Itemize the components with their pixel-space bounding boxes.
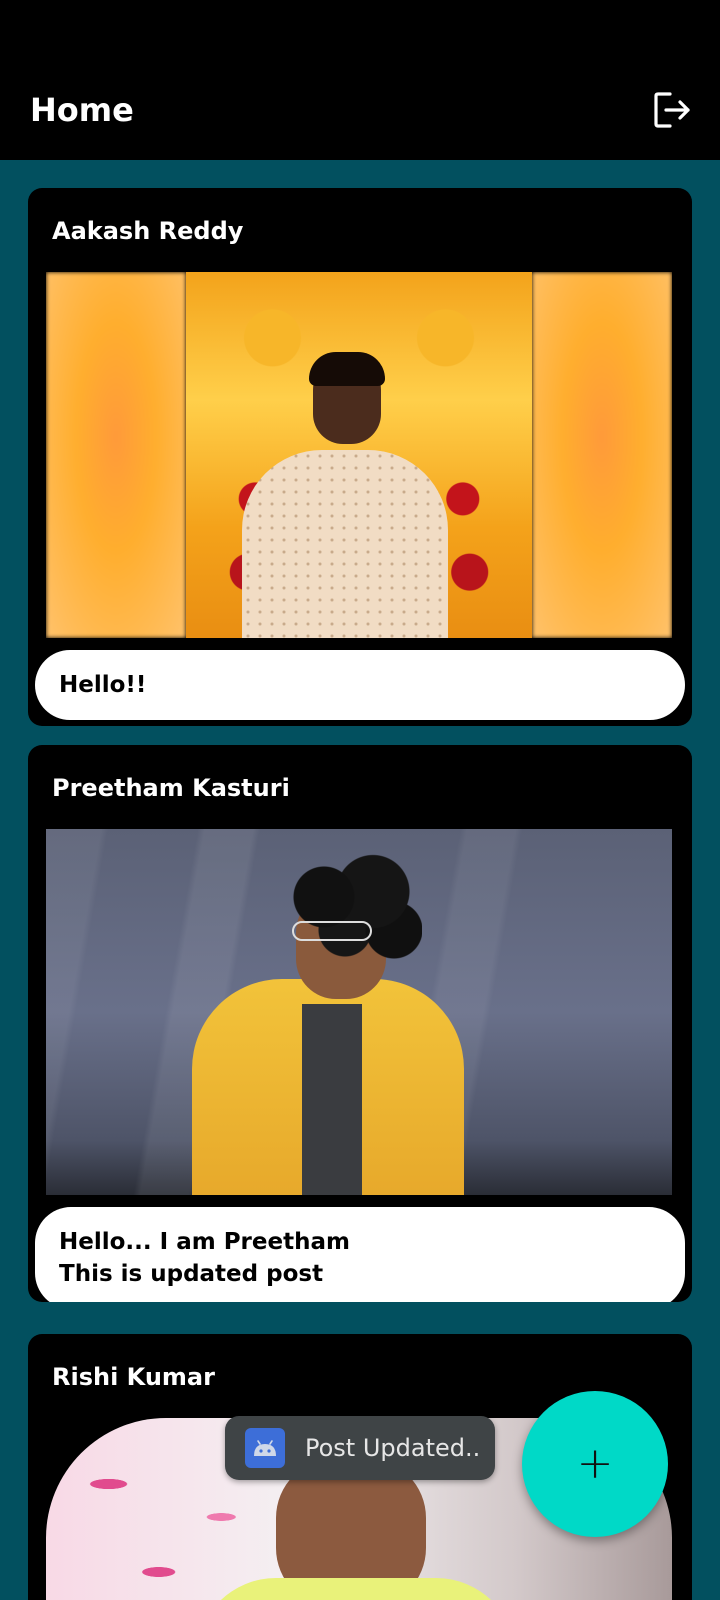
android-icon: [245, 1428, 285, 1468]
post-caption: Hello... I am Preetham This is updated p…: [35, 1207, 685, 1302]
caption-line: Hello!!: [59, 672, 147, 698]
post-author: Aakash Reddy: [52, 217, 244, 245]
post-feed[interactable]: Aakash Reddy Hello!! Preetham Kasturi He…: [0, 160, 720, 1600]
post-card[interactable]: Preetham Kasturi Hello... I am Preetham …: [28, 745, 692, 1302]
status-bar: [0, 0, 720, 60]
plus-icon: +: [576, 1438, 614, 1489]
add-post-button[interactable]: +: [522, 1391, 668, 1537]
post-photo[interactable]: [46, 829, 672, 1195]
app-bar: Home: [0, 60, 720, 160]
logout-icon: [654, 92, 690, 128]
post-caption: Hello!!: [35, 650, 685, 720]
post-author: Preetham Kasturi: [52, 774, 290, 802]
page-title: Home: [30, 91, 134, 129]
logout-button[interactable]: [650, 88, 694, 132]
toast-message: Post Updated..: [225, 1416, 495, 1480]
caption-line: This is updated post: [59, 1261, 324, 1287]
caption-line: Hello... I am Preetham: [59, 1229, 350, 1255]
post-card[interactable]: Aakash Reddy Hello!!: [28, 188, 692, 726]
post-author: Rishi Kumar: [52, 1363, 215, 1391]
toast-text: Post Updated..: [305, 1434, 481, 1462]
post-photo[interactable]: [46, 272, 672, 638]
